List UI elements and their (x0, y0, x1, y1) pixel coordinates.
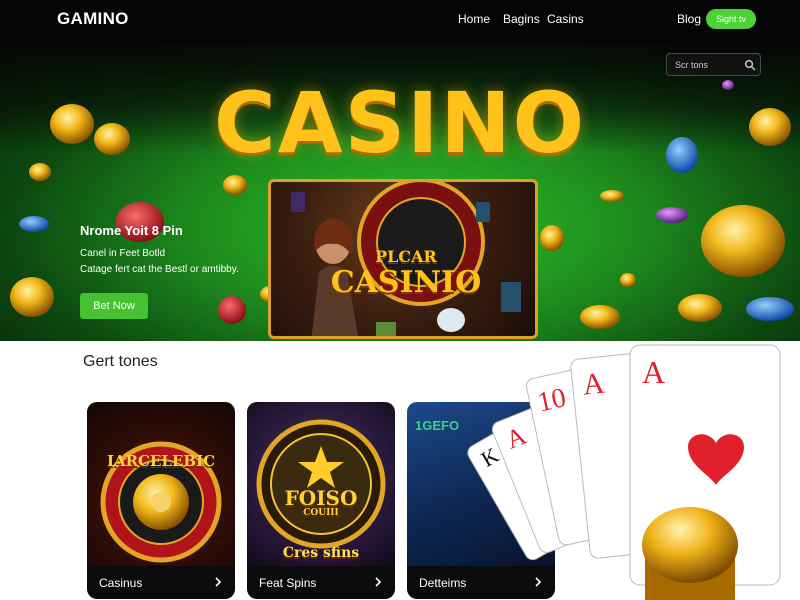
hero-headline: Nrome Yoit 8 Pin (80, 223, 183, 238)
hero-artwork-title: PLCAR CASINIO (271, 244, 535, 300)
card-artwork-subtext: COUIII (303, 508, 339, 518)
card-rank: A (642, 354, 665, 390)
card-artwork: FOISO COUIII Cres sfins (247, 402, 395, 566)
hero-subtitle: Canel in Feet Botld (80, 248, 166, 259)
gold-coin (642, 507, 738, 600)
card-label: Feat Spins (259, 576, 317, 590)
nav-link-casins[interactable]: Casins (547, 12, 584, 26)
nav-link-home[interactable]: Home (458, 12, 490, 26)
signup-button[interactable]: Sight tv (706, 9, 756, 29)
hero-game-artwork: PLCAR CASINIO (268, 179, 538, 339)
hero-description: Catage fert cat the Bestl or amtibby. (80, 264, 239, 275)
game-card-casinus[interactable]: IARCELEBIC Casinus (87, 402, 235, 599)
site-logo[interactable]: GAMINO (57, 9, 129, 29)
golden-badge-icon (256, 419, 386, 549)
chevron-right-icon[interactable] (212, 575, 224, 589)
hero-banner: CASINO Nrome Yoit 8 Pin Canel in Feet Bo… (0, 42, 800, 341)
card-artwork: IARCELEBIC (87, 402, 235, 566)
game-card-feat-spins[interactable]: FOISO COUIII Cres sfins Feat Spins (247, 402, 395, 599)
nav-link-blog[interactable]: Blog (677, 12, 701, 26)
card-footer: Casinus (87, 566, 235, 599)
section-title: Gert tones (83, 353, 158, 370)
top-navbar: GAMINO Home Bagins Casins Blog Sight tv (0, 0, 800, 42)
chevron-right-icon[interactable] (372, 575, 384, 589)
hero-title: CASINO (213, 74, 587, 172)
playing-cards-illustration: K A 10 A A (467, 344, 781, 600)
card-label: Casinus (99, 576, 143, 590)
search-icon[interactable] (744, 59, 756, 71)
card-rank: A (581, 367, 606, 402)
card-artwork-text: FOISO (284, 486, 358, 510)
card-footer: Feat Spins (247, 566, 395, 599)
bet-now-button[interactable]: Bet Now (80, 293, 148, 319)
roulette-wheel-icon (100, 441, 222, 563)
card-artwork-bottom-text: Cres sfins (282, 545, 360, 561)
hero-artwork-title-line2: CASINIO (330, 265, 482, 300)
search-input[interactable] (675, 59, 740, 71)
nav-link-bagins[interactable]: Bagins (503, 12, 540, 26)
card-artwork-text: IARCELEBIC (106, 452, 216, 470)
search-box[interactable] (666, 53, 761, 76)
